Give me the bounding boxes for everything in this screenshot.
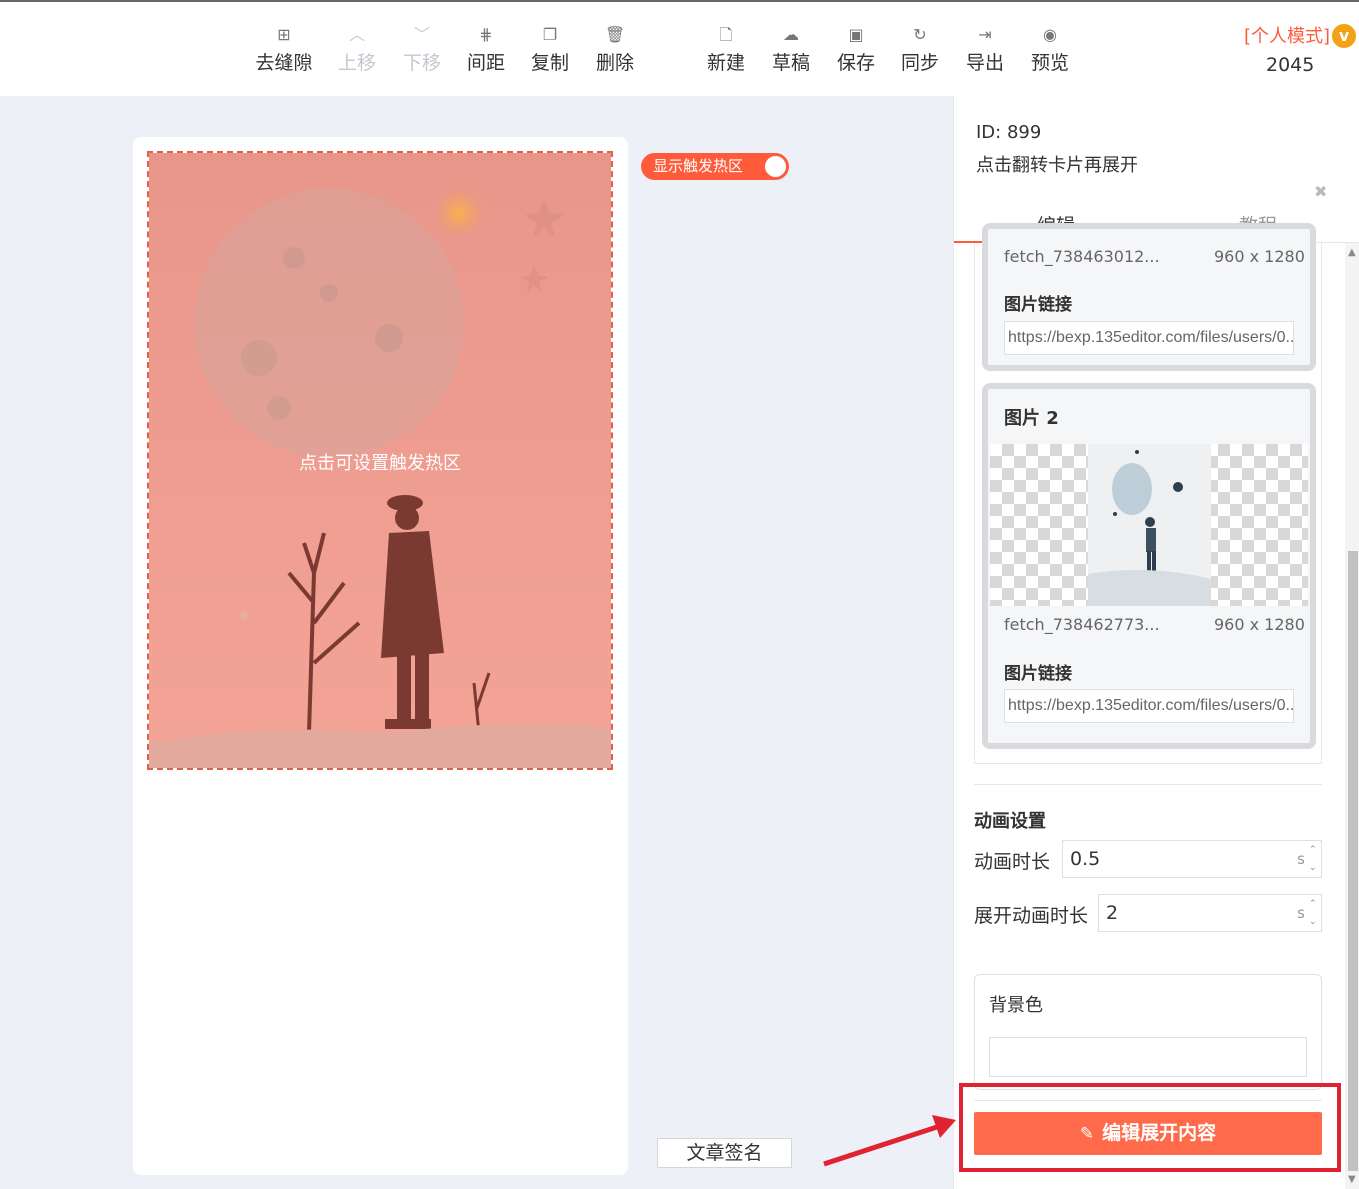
cloud-icon: ☁ — [783, 25, 799, 44]
tools-icon[interactable]: ✖ — [1314, 182, 1327, 201]
background-color-input[interactable] — [989, 1037, 1307, 1077]
scroll-down-icon[interactable]: ▼ — [1348, 1174, 1356, 1185]
duration-unit: s — [1297, 850, 1305, 868]
image2-link-label: 图片链接 — [1004, 664, 1072, 684]
export-icon: ⇥ — [978, 25, 992, 44]
spacing-icon: ⋕ — [479, 25, 493, 44]
save-icon: ▣ — [848, 25, 864, 44]
image1-link-label: 图片链接 — [1004, 295, 1072, 315]
image2-filename: fetch_738462773... — [1004, 615, 1160, 634]
image-list: fetch_738463012... 960 x 1280 图片链接 https… — [974, 223, 1322, 764]
duration-input[interactable]: 0.5 s ⌃ ⌄ — [1062, 840, 1322, 878]
expand-duration-label: 展开动画时长 — [974, 905, 1089, 927]
move-up-label: 上移 — [337, 52, 376, 74]
new-file-icon: 🗋 — [719, 25, 733, 44]
eye-icon: ◉ — [1043, 25, 1057, 44]
toggle-knob — [765, 156, 786, 177]
image2-preview — [1088, 444, 1211, 606]
remove-gap-label: 去缝隙 — [255, 52, 313, 74]
duration-stepper[interactable]: ⌃ ⌄ — [1309, 841, 1319, 877]
annotation-highlight-box — [959, 1083, 1341, 1172]
scroll-thumb[interactable] — [1348, 551, 1358, 1171]
show-hot-area-toggle[interactable]: 显示触发热区 — [641, 153, 789, 180]
image2-title: 图片 2 — [1004, 408, 1059, 429]
scroll-up-icon[interactable]: ▲ — [1348, 247, 1356, 258]
sync-button[interactable]: ↻ 同步 — [888, 22, 952, 75]
image2-thumbnail[interactable] — [990, 444, 1308, 606]
trash-icon: 🗑 — [604, 25, 626, 44]
image1-link-input[interactable]: https://bexp.135editor.com/files/users/0… — [1004, 321, 1294, 355]
image1-size: 960 x 1280 — [1214, 247, 1305, 266]
delete-label: 删除 — [595, 52, 634, 74]
mode-label: [个人模式] — [1244, 26, 1331, 47]
new-label: 新建 — [706, 52, 745, 74]
hot-area-label: 点击可设置触发热区 — [299, 453, 461, 474]
expand-duration-value: 2 — [1106, 902, 1119, 924]
grid-icon: ⊞ — [277, 25, 291, 44]
chevron-down-icon: ﹀ — [413, 25, 430, 44]
preview-label: 预览 — [1030, 52, 1069, 74]
expand-duration-stepper[interactable]: ⌃ ⌄ — [1309, 895, 1319, 931]
spacing-label: 间距 — [466, 52, 505, 74]
remove-gap-button[interactable]: ⊞ 去缝隙 — [252, 22, 316, 75]
export-label: 导出 — [965, 52, 1004, 74]
properties-panel: ID: 899 点击翻转卡片再展开 ✖ 编辑 教程 fetch_73846301… — [953, 96, 1359, 1189]
image-card-1: fetch_738463012... 960 x 1280 图片链接 https… — [982, 223, 1316, 371]
signature-button[interactable]: 文章签名 — [657, 1138, 792, 1168]
component-id: ID: 899 — [976, 122, 1042, 143]
copy-icon: ❐ — [542, 25, 558, 44]
mode-switch[interactable]: [个人模式] v — [1244, 22, 1357, 48]
background-color-label: 背景色 — [989, 995, 1043, 1016]
top-toolbar: ⊞ 去缝隙 ︿ 上移 ﹀ 下移 ⋕ 间距 ❐ 复制 🗑 删除 🗋 新建 ☁ 草稿… — [0, 0, 1359, 96]
section-divider — [974, 784, 1322, 785]
save-button[interactable]: ▣ 保存 — [824, 22, 888, 75]
copy-button[interactable]: ❐ 复制 — [518, 22, 582, 75]
copy-label: 复制 — [530, 52, 569, 74]
move-down-button[interactable]: ﹀ 下移 — [390, 22, 454, 75]
credit-count: 2045 — [1266, 54, 1315, 76]
annotation-arrow-icon — [823, 1115, 956, 1167]
move-down-label: 下移 — [402, 52, 441, 74]
preview-button[interactable]: ◉ 预览 — [1018, 22, 1082, 75]
hot-area-image[interactable]: 点击可设置触发热区 — [147, 151, 613, 770]
panel-scrollbar[interactable]: ▲ ▼ — [1345, 243, 1359, 1189]
duration-label: 动画时长 — [974, 851, 1051, 873]
image1-filename: fetch_738463012... — [1004, 247, 1160, 266]
sync-label: 同步 — [900, 52, 939, 74]
draft-label: 草稿 — [771, 52, 810, 74]
expand-duration-input[interactable]: 2 s ⌃ ⌄ — [1098, 894, 1322, 932]
chevron-up-icon: ︿ — [348, 25, 365, 44]
image2-link-input[interactable]: https://bexp.135editor.com/files/users/0… — [1004, 689, 1294, 723]
move-up-button[interactable]: ︿ 上移 — [325, 22, 389, 75]
expand-duration-unit: s — [1297, 904, 1305, 922]
vip-badge-icon: v — [1332, 24, 1357, 48]
component-name: 点击翻转卡片再展开 — [976, 155, 1138, 176]
delete-button[interactable]: 🗑 删除 — [583, 22, 647, 75]
image2-size: 960 x 1280 — [1214, 615, 1305, 634]
spacing-button[interactable]: ⋕ 间距 — [454, 22, 518, 75]
animation-section-title: 动画设置 — [974, 811, 1046, 832]
new-button[interactable]: 🗋 新建 — [694, 22, 758, 75]
export-button[interactable]: ⇥ 导出 — [953, 22, 1017, 75]
background-color-box: 背景色 — [974, 974, 1322, 1090]
draft-button[interactable]: ☁ 草稿 — [759, 22, 823, 75]
image-card-2: 图片 2 fetch_738462773... 960 x 1280 图片链接 — [982, 383, 1316, 749]
save-label: 保存 — [836, 52, 875, 74]
sync-icon: ↻ — [913, 25, 927, 44]
duration-value: 0.5 — [1070, 848, 1101, 870]
toggle-label: 显示触发热区 — [653, 157, 744, 175]
